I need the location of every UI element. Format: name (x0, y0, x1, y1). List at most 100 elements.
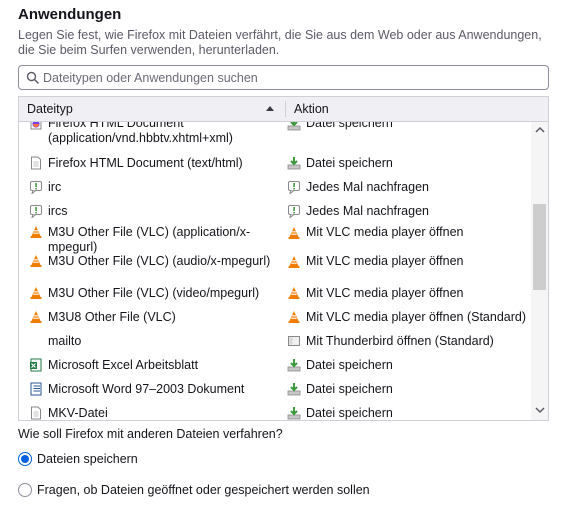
file-type-label: M3U Other File (VLC) (video/mpegurl) (48, 285, 260, 300)
word-icon (29, 382, 43, 396)
section-title: Anwendungen (18, 6, 122, 23)
action-label: Mit VLC media player öffnen (306, 225, 464, 239)
cell-file-type: M3U Other File (VLC) (application/x-mpeg… (27, 223, 282, 257)
column-header-type[interactable]: Dateityp (19, 97, 285, 121)
file-type-label: ircs (48, 203, 68, 218)
document-icon (29, 406, 43, 420)
radio-label-ask[interactable]: Fragen, ob Dateien geöffnet oder gespeic… (37, 483, 370, 497)
action-label: Mit VLC media player öffnen (306, 285, 464, 300)
cell-action[interactable]: Datei speichern (285, 122, 530, 149)
file-type-label: mailto (48, 333, 82, 348)
file-type-label: M3U Other File (VLC) (application/x-mpeg… (48, 225, 251, 254)
action-label: Datei speichern (306, 155, 393, 170)
table-row[interactable]: Firefox HTML Document (text/html) Datei s… (19, 151, 530, 175)
download-icon (287, 382, 301, 396)
vlc-icon (29, 254, 43, 268)
file-type-label: M3U8 Other File (VLC) (48, 309, 176, 324)
table-row[interactable]: M3U8 Other File (VLC) Mit VLC media playe… (19, 305, 530, 329)
ask-icon (287, 180, 301, 195)
file-type-label: MKV-Datei (48, 405, 108, 420)
cell-file-type: Firefox HTML Document (application/vnd.h… (27, 122, 282, 149)
cell-action[interactable]: Datei speichern (285, 353, 530, 377)
vlc-icon (287, 286, 301, 300)
firefox-document-icon (29, 122, 43, 130)
table-row[interactable]: Firefox HTML Document (application/vnd.h… (19, 122, 530, 149)
search-input[interactable] (43, 68, 538, 87)
table-row[interactable]: mailto Mit Thunderbird öffnen (Standard) (19, 329, 530, 353)
radio-button[interactable] (18, 452, 32, 466)
radio-label-save[interactable]: Dateien speichern (37, 452, 138, 466)
thunderbird-icon (287, 334, 301, 348)
cell-file-type: irc (27, 175, 282, 199)
vlc-icon (287, 310, 301, 324)
download-icon (287, 406, 301, 420)
action-label: Jedes Mal nachfragen (306, 203, 429, 218)
table-row[interactable]: M3U Other File (VLC) (audio/x-mpegurl) Mi… (19, 254, 530, 281)
cell-file-type: Microsoft Word 97–2003 Dokument (27, 377, 282, 401)
file-type-label: Firefox HTML Document (application/vnd.h… (48, 122, 233, 145)
download-icon (287, 122, 301, 131)
ask-icon (29, 204, 43, 219)
file-type-label: Firefox HTML Document (text/html) (48, 155, 243, 170)
cell-action[interactable]: Datei speichern (285, 151, 530, 175)
ask-icon (287, 204, 301, 219)
sort-ascending-icon (266, 106, 274, 111)
file-type-label: Microsoft Word 97–2003 Dokument (48, 381, 245, 396)
file-type-label: Microsoft Excel Arbeitsblatt (48, 357, 199, 372)
document-icon (29, 156, 43, 170)
table-row[interactable]: MKV-Datei Datei speichern (19, 401, 530, 420)
column-header-action[interactable]: Aktion (285, 101, 548, 117)
cell-action[interactable]: Jedes Mal nachfragen (285, 175, 530, 199)
cell-action[interactable]: Mit Thunderbird öffnen (Standard) (285, 329, 530, 353)
action-label: Datei speichern (306, 405, 393, 420)
table-row[interactable]: Microsoft Excel Arbeitsblatt Datei speich… (19, 353, 530, 377)
cell-action[interactable]: Mit VLC media player öffnen (285, 254, 530, 281)
scrollbar[interactable] (531, 122, 548, 420)
chevron-up-icon[interactable] (535, 126, 545, 134)
other-files-question: Wie soll Firefox mit anderen Dateien ver… (18, 427, 283, 441)
vlc-icon (29, 310, 43, 324)
action-label: Mit VLC media player öffnen (Standard) (306, 309, 527, 324)
cell-action[interactable]: Datei speichern (285, 377, 530, 401)
vlc-icon (29, 225, 43, 239)
cell-file-type: M3U Other File (VLC) (video/mpegurl) (27, 281, 282, 305)
table-row[interactable]: Microsoft Word 97–2003 Dokument Datei spe… (19, 377, 530, 401)
action-label: Datei speichern (306, 357, 393, 372)
cell-file-type: M3U8 Other File (VLC) (27, 305, 282, 329)
search-box[interactable] (18, 65, 549, 90)
vlc-icon (287, 255, 301, 269)
table-row[interactable]: irc Jedes Mal nachfragen (19, 175, 530, 199)
file-type-label: irc (48, 179, 62, 194)
action-label: Mit VLC media player öffnen (306, 254, 464, 268)
action-label: Mit Thunderbird öffnen (Standard) (306, 333, 494, 348)
table-body[interactable]: Firefox HTML Document (application/vnd.h… (19, 122, 530, 420)
search-icon (26, 71, 39, 84)
vlc-icon (29, 286, 43, 300)
chevron-down-icon[interactable] (535, 406, 545, 414)
cell-action[interactable]: Jedes Mal nachfragen (285, 199, 530, 223)
cell-file-type: mailto (27, 329, 282, 353)
table-row[interactable]: M3U Other File (VLC) (application/x-mpeg… (19, 223, 530, 257)
handlers-table: Dateityp Aktion Firefox HTML Document (a… (18, 96, 549, 421)
download-icon (287, 156, 301, 170)
scrollbar-thumb[interactable] (533, 204, 546, 290)
cell-action[interactable]: Datei speichern (285, 401, 530, 420)
excel-icon (29, 358, 43, 372)
section-description: Legen Sie fest, wie Firefox mit Dateien … (18, 28, 542, 57)
cell-file-type: M3U Other File (VLC) (audio/x-mpegurl) (27, 254, 282, 281)
download-icon (287, 358, 301, 372)
cell-file-type: MKV-Datei (27, 401, 282, 420)
action-label: Datei speichern (306, 122, 393, 130)
cell-action[interactable]: Mit VLC media player öffnen (Standard) (285, 305, 530, 329)
table-row[interactable]: M3U Other File (VLC) (video/mpegurl) Mit … (19, 281, 530, 305)
action-label: Jedes Mal nachfragen (306, 179, 429, 194)
action-label: Datei speichern (306, 381, 393, 396)
radio-button[interactable] (18, 483, 32, 497)
cell-file-type: Firefox HTML Document (text/html) (27, 151, 282, 175)
vlc-icon (287, 226, 301, 240)
table-row[interactable]: ircs Jedes Mal nachfragen (19, 199, 530, 223)
table-header: Dateityp Aktion (19, 97, 548, 122)
cell-action[interactable]: Mit VLC media player öffnen (285, 223, 530, 257)
cell-file-type: Microsoft Excel Arbeitsblatt (27, 353, 282, 377)
cell-action[interactable]: Mit VLC media player öffnen (285, 281, 530, 305)
